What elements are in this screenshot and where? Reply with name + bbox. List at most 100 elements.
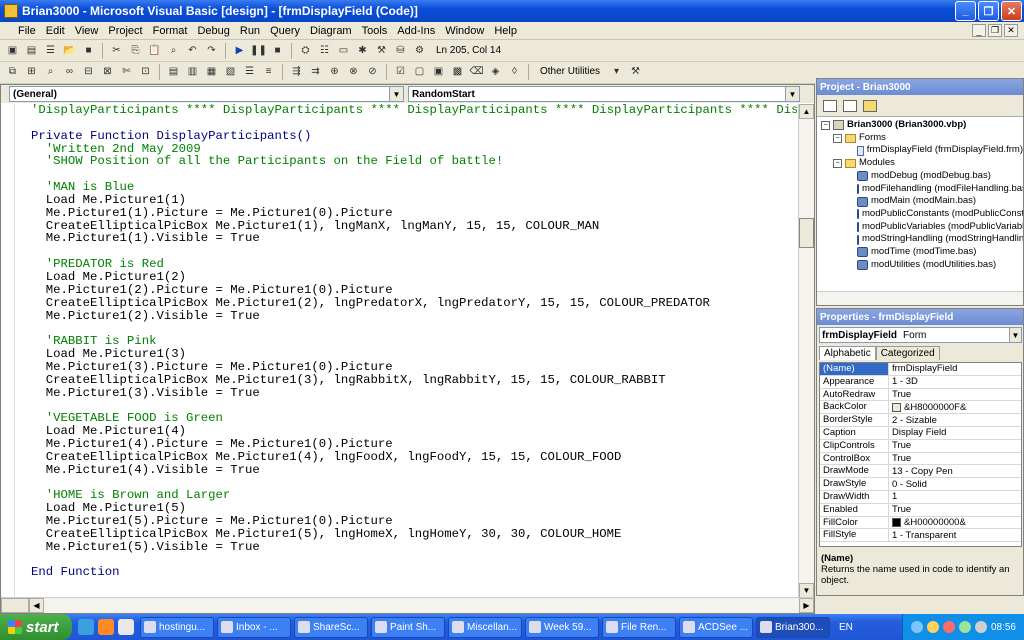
property-value[interactable]: 13 - Copy Pen: [889, 465, 1021, 477]
tool-icon-9[interactable]: ▤: [165, 64, 182, 80]
code-line[interactable]: CreateEllipticalPicBox Me.Picture1(2), l…: [15, 296, 797, 310]
tree-item-module[interactable]: modUtilities (modUtilities.bas): [821, 259, 1023, 272]
tree-modules-folder[interactable]: − Modules: [821, 157, 1023, 170]
task-button[interactable]: hostingu...: [140, 616, 214, 638]
code-line[interactable]: CreateEllipticalPicBox Me.Picture1(5), l…: [15, 527, 797, 541]
code-line[interactable]: Load Me.Picture1(2): [15, 271, 797, 284]
minimize-button[interactable]: _: [955, 1, 976, 21]
tool-icon-2[interactable]: ⊞: [23, 64, 40, 80]
mdi-minimize-button[interactable]: _: [972, 24, 986, 37]
tool-icon-1[interactable]: ⧉: [4, 64, 21, 80]
collapse-icon[interactable]: −: [833, 133, 842, 143]
chevron-down-icon[interactable]: ▼: [389, 87, 403, 101]
code-line[interactable]: Me.Picture1(4).Picture = Me.Picture1(0).…: [15, 438, 797, 451]
menu-diagram[interactable]: Diagram: [305, 25, 357, 37]
property-value[interactable]: 1: [889, 491, 1021, 503]
property-value[interactable]: 1 - 3D: [889, 376, 1021, 388]
menu-view[interactable]: View: [70, 25, 104, 37]
property-row[interactable]: Enabled True: [820, 503, 1021, 517]
property-value[interactable]: True: [889, 440, 1021, 452]
ie-icon[interactable]: [78, 619, 94, 635]
toolbox-icon[interactable]: ⚒: [373, 43, 390, 59]
maximize-button[interactable]: ❐: [978, 1, 999, 21]
properties-window-icon[interactable]: ☷: [316, 43, 333, 59]
tab-alphabetic[interactable]: Alphabetic: [819, 346, 876, 360]
form-layout-icon[interactable]: ▭: [335, 43, 352, 59]
menu-editor-icon[interactable]: ☰: [42, 43, 59, 59]
code-line[interactable]: Me.Picture1(1).Picture = Me.Picture1(0).…: [15, 206, 797, 220]
procedure-combo[interactable]: RandomStart ▼: [408, 86, 800, 102]
redo-icon[interactable]: ↷: [203, 43, 220, 59]
tool-icon-7[interactable]: ✄: [118, 64, 135, 80]
tree-item-module[interactable]: modStringHandling (modStringHandling.bas…: [821, 233, 1023, 246]
task-button[interactable]: ACDSee ...: [679, 616, 753, 638]
code-line[interactable]: Me.Picture1(2).Picture = Me.Picture1(0).…: [15, 283, 797, 297]
collapse-icon[interactable]: −: [833, 158, 842, 168]
tree-forms-folder[interactable]: − Forms: [821, 132, 1023, 145]
menu-project[interactable]: Project: [103, 25, 147, 37]
tool-icon-26[interactable]: ◊: [506, 64, 523, 80]
property-value[interactable]: frmDisplayField: [889, 363, 1021, 375]
property-value[interactable]: 0 - Solid: [889, 478, 1021, 490]
property-row[interactable]: BackColor &H8000000F&: [820, 401, 1021, 415]
task-button[interactable]: ShareSc...: [294, 616, 368, 638]
menu-help[interactable]: Help: [489, 25, 522, 37]
tree-item-form[interactable]: frmDisplayField (frmDisplayField.frm): [821, 144, 1023, 157]
tool-icon-25[interactable]: ◈: [487, 64, 504, 80]
task-button[interactable]: Brian300...: [756, 616, 830, 638]
tree-item-module[interactable]: modPublicConstants (modPublicConstants.b…: [821, 208, 1023, 221]
code-line[interactable]: Me.Picture1(4).Visible = True: [15, 463, 797, 477]
tool-icon-10[interactable]: ▥: [184, 64, 201, 80]
task-button[interactable]: Inbox - ...: [217, 616, 291, 638]
bullet-list-icon[interactable]: ☰: [241, 64, 258, 80]
tool-icon-23[interactable]: ▩: [449, 64, 466, 80]
firefox-icon[interactable]: [98, 619, 114, 635]
code-line[interactable]: 'SHOW Position of all the Participants o…: [15, 155, 797, 168]
add-form-icon[interactable]: ▤: [23, 43, 40, 59]
mdi-close-button[interactable]: ✕: [1004, 24, 1018, 37]
tree-item-module[interactable]: modPublicVariables (modPublicVariables.b…: [821, 221, 1023, 234]
menu-file[interactable]: File: [0, 25, 41, 37]
show-desktop-icon[interactable]: [118, 619, 134, 635]
property-value[interactable]: &H8000000F&: [889, 401, 1021, 413]
tree-item-module[interactable]: modFilehandling (modFileHandling.bas): [821, 183, 1023, 196]
scroll-left-icon[interactable]: ◀: [29, 598, 44, 613]
chevron-down-icon[interactable]: ▼: [1009, 328, 1021, 342]
property-row[interactable]: DrawWidth 1: [820, 490, 1021, 504]
start-button[interactable]: start: [0, 614, 72, 640]
code-margin[interactable]: [1, 104, 15, 598]
task-button[interactable]: File Ren...: [602, 616, 676, 638]
tool-icon-3[interactable]: ⌕: [42, 64, 59, 80]
menu-format[interactable]: Format: [148, 25, 193, 37]
chevron-down-icon[interactable]: ▾: [608, 64, 625, 80]
code-line[interactable]: Me.Picture1(2).Visible = True: [15, 309, 797, 323]
task-button[interactable]: Paint Sh...: [371, 616, 445, 638]
object-combo[interactable]: (General) ▼: [9, 86, 404, 102]
menu-tools[interactable]: Tools: [357, 25, 393, 37]
code-line[interactable]: Me.Picture1(3).Picture = Me.Picture1(0).…: [15, 361, 797, 374]
code-line[interactable]: Me.Picture1(5).Picture = Me.Picture1(0).…: [15, 515, 797, 528]
tools-icon[interactable]: ⚒: [627, 64, 644, 80]
toggle-folders-icon[interactable]: [863, 99, 877, 112]
tool-icon-16[interactable]: ⇉: [307, 64, 324, 80]
property-row[interactable]: Caption Display Field: [820, 426, 1021, 440]
code-line[interactable]: Me.Picture1(5).Visible = True: [15, 540, 797, 554]
properties-object-combo[interactable]: frmDisplayField Form ▼: [819, 327, 1022, 343]
chevron-down-icon[interactable]: ▼: [785, 87, 799, 101]
property-row[interactable]: (Name) frmDisplayField: [820, 363, 1021, 376]
menu-edit[interactable]: Edit: [41, 25, 70, 37]
task-button[interactable]: Week 59...: [525, 616, 599, 638]
property-value[interactable]: 2 - Sizable: [889, 414, 1021, 426]
tool-icon-12[interactable]: ▧: [222, 64, 239, 80]
tool-icon-11[interactable]: ▦: [203, 64, 220, 80]
property-row[interactable]: Appearance 1 - 3D: [820, 375, 1021, 389]
undo-icon[interactable]: ↶: [184, 43, 201, 59]
tree-root[interactable]: − Brian3000 (Brian3000.vbp): [821, 119, 1023, 132]
mdi-restore-button[interactable]: ❐: [988, 24, 1002, 37]
code-line[interactable]: 'MAN is Blue: [15, 181, 797, 194]
run-icon[interactable]: ▶: [231, 43, 248, 59]
property-row[interactable]: FillStyle 1 - Transparent: [820, 529, 1021, 543]
break-icon[interactable]: ❚❚: [250, 43, 267, 59]
close-button[interactable]: ✕: [1001, 1, 1022, 21]
property-row[interactable]: DrawStyle 0 - Solid: [820, 478, 1021, 491]
